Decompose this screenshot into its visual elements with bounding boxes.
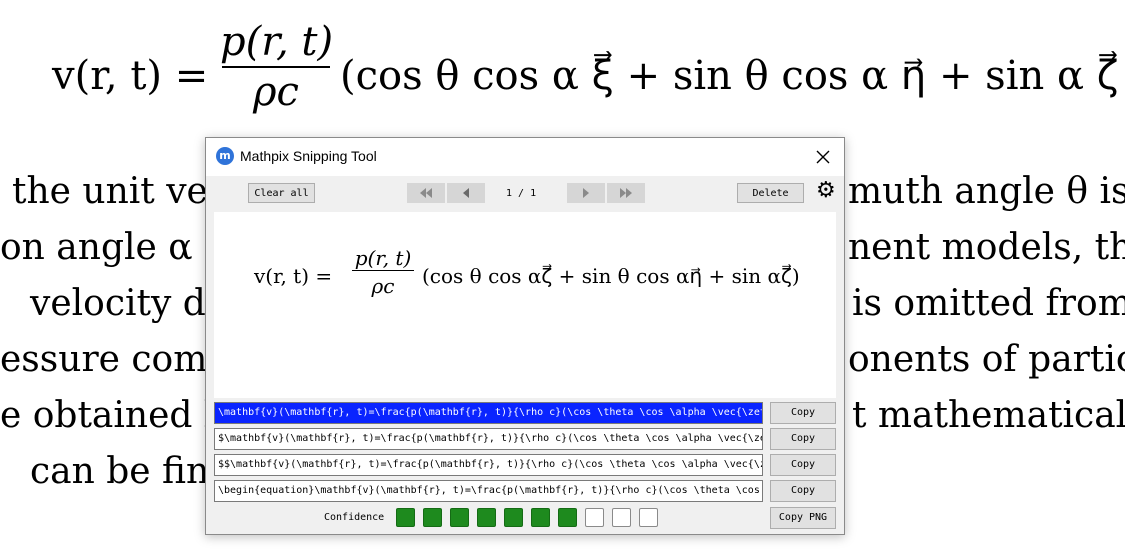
doc-line-1a: the unit ve xyxy=(12,171,208,212)
confidence-box xyxy=(504,508,523,527)
close-button[interactable] xyxy=(812,146,834,168)
clear-all-button[interactable]: Clear all xyxy=(248,183,315,203)
page-indicator: 1 / 1 xyxy=(506,188,537,199)
doc-line-2a: on angle α i xyxy=(0,227,216,268)
confidence-box xyxy=(558,508,577,527)
preview-numerator: p(r, t) xyxy=(354,246,412,270)
last-page-button[interactable] xyxy=(607,183,645,203)
equation-denominator: ρc xyxy=(253,69,299,115)
preview-fraction: p(r, t) ρc xyxy=(350,246,416,298)
confidence-box xyxy=(585,508,604,527)
doc-line-4a: essure com xyxy=(0,339,208,380)
doc-line-2b: nent models, the xyxy=(848,227,1125,268)
copy-button-1[interactable]: Copy xyxy=(770,402,836,424)
doc-line-3b: is omitted from xyxy=(852,283,1125,324)
doc-line-5a: e obtained l xyxy=(0,395,216,436)
latex-row-4[interactable]: \begin{equation}\mathbf{v}(\mathbf{r}, t… xyxy=(214,480,763,502)
prev-page-button[interactable] xyxy=(447,183,485,203)
prev-icon xyxy=(463,188,469,198)
next-icon xyxy=(583,188,589,198)
window-title: Mathpix Snipping Tool xyxy=(240,148,377,164)
equation-rest: (cos θ cos α ξ⃗ + sin θ cos α η⃗ + sin α… xyxy=(340,53,1125,99)
toolbar: Clear all 1 / 1 Delete xyxy=(206,176,844,210)
confidence-box xyxy=(639,508,658,527)
copy-png-button[interactable]: Copy PNG xyxy=(770,507,836,529)
mathpix-window: m Mathpix Snipping Tool Clear all 1 / 1 … xyxy=(205,137,845,535)
doc-line-3a: velocity de xyxy=(30,283,228,324)
confidence-box xyxy=(612,508,631,527)
delete-button[interactable]: Delete xyxy=(737,183,804,203)
preview-lhs: v(r, t) = xyxy=(254,264,333,288)
doc-line-4b: onents of partic xyxy=(848,339,1125,380)
confidence-box xyxy=(531,508,550,527)
latex-row-1[interactable]: \mathbf{v}(\mathbf{r}, t)=\frac{p(\mathb… xyxy=(214,402,763,424)
equation-numerator: p(r, t) xyxy=(220,19,334,65)
confidence-box xyxy=(477,508,496,527)
latex-text-4: \begin{equation}\mathbf{v}(\mathbf{r}, t… xyxy=(218,485,760,496)
equation-lhs: v(r, t) = xyxy=(52,53,209,99)
confidence-box xyxy=(396,508,415,527)
confidence-label: Confidence xyxy=(324,512,385,523)
settings-gear-icon[interactable]: ⚙ xyxy=(816,180,836,202)
fast-forward-icon xyxy=(620,188,632,198)
preview-denominator: ρc xyxy=(371,274,395,298)
latex-text-3: $$\mathbf{v}(\mathbf{r}, t)=\frac{p(\mat… xyxy=(218,459,763,470)
doc-line-1b: muth angle θ is xyxy=(848,171,1125,212)
rewind-icon xyxy=(420,188,432,198)
latex-text-2: $\mathbf{v}(\mathbf{r}, t)=\frac{p(\math… xyxy=(218,433,763,444)
latex-text-1: \mathbf{v}(\mathbf{r}, t)=\frac{p(\mathb… xyxy=(218,407,763,418)
doc-line-5b: t mathematical xyxy=(852,395,1125,436)
latex-row-2[interactable]: $\mathbf{v}(\mathbf{r}, t)=\frac{p(\math… xyxy=(214,428,763,450)
first-page-button[interactable] xyxy=(407,183,445,203)
mathpix-logo-icon: m xyxy=(216,147,234,165)
next-page-button[interactable] xyxy=(567,183,605,203)
rendered-preview: v(r, t) = p(r, t) ρc (cos θ cos αζ⃗ + si… xyxy=(214,212,836,398)
title-bar[interactable]: m Mathpix Snipping Tool xyxy=(206,138,844,176)
close-icon xyxy=(816,150,830,164)
preview-rest: (cos θ cos αζ⃗ + sin θ cos αη⃗ + sin αζ⃗… xyxy=(422,264,800,288)
confidence-box xyxy=(423,508,442,527)
copy-button-4[interactable]: Copy xyxy=(770,480,836,502)
latex-row-3[interactable]: $$\mathbf{v}(\mathbf{r}, t)=\frac{p(\mat… xyxy=(214,454,763,476)
equation-fraction: p(r, t) ρc xyxy=(220,19,334,115)
copy-button-3[interactable]: Copy xyxy=(770,454,836,476)
confidence-box xyxy=(450,508,469,527)
copy-button-2[interactable]: Copy xyxy=(770,428,836,450)
